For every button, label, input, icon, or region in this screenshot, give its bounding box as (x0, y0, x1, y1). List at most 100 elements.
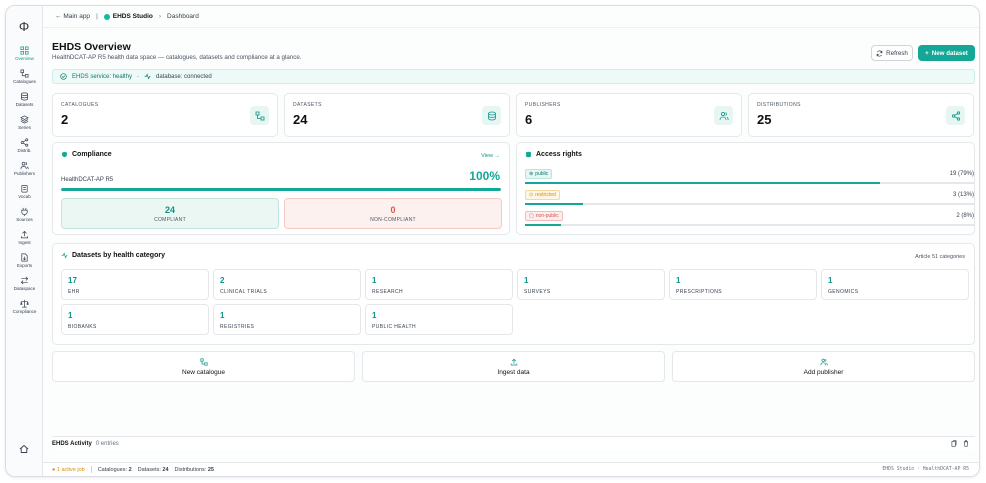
access-tag-label: non-public (535, 213, 559, 219)
app-logo-icon[interactable]: Φ (17, 20, 31, 34)
active-job[interactable]: ● 1 active job (52, 467, 85, 473)
stat-label: DATASETS (293, 102, 322, 108)
activity-icon (61, 252, 68, 259)
clipboard-icon (21, 184, 28, 193)
category-card-biobanks[interactable]: 1 BIOBANKS (61, 304, 209, 335)
sidebar-item-publishers[interactable]: Publishers (6, 161, 43, 176)
category-label: RESEARCH (372, 289, 403, 295)
new-catalogue-button[interactable]: New catalogue (52, 351, 355, 382)
compliant-box[interactable]: 24 COMPLIANT (61, 198, 279, 229)
sidebar-item-dataspace[interactable]: Dataspace (6, 276, 43, 291)
sidebar: Φ Overview Catalogues Datasets Series Di… (6, 6, 43, 476)
sidebar-item-datasets[interactable]: Datasets (6, 92, 43, 107)
sidebar-item-label: Sources (16, 217, 33, 222)
article-note: Article 51 categories (915, 254, 965, 260)
category-title-label: Datasets by health category (72, 252, 165, 259)
compliance-panel: Compliance View → HealthDCAT-AP R5 100% … (52, 142, 510, 235)
footer-divider (90, 466, 92, 473)
database-icon (20, 92, 29, 101)
access-tag-restricted: ⊙ restricted (525, 190, 560, 200)
access-count: 3 (13%) (952, 192, 974, 198)
sidebar-item-overview[interactable]: Overview (6, 46, 43, 61)
stat-card-distributions[interactable]: DISTRIBUTIONS 25 (748, 93, 974, 137)
sidebar-item-label: Series (18, 125, 31, 130)
database-icon (482, 106, 501, 125)
access-bar (525, 224, 974, 226)
compliance-title: Compliance (61, 151, 112, 158)
footer-catalogues-value: 2 (128, 466, 132, 473)
stat-card-datasets[interactable]: DATASETS 24 (284, 93, 510, 137)
scale-icon (20, 299, 29, 308)
compliance-progress-bar (61, 188, 501, 191)
file-export-icon (21, 253, 28, 262)
refresh-icon (876, 49, 883, 57)
category-card-registries[interactable]: 1 REGISTRIES (213, 304, 361, 335)
sidebar-item-exports[interactable]: Exports (6, 253, 43, 268)
sidebar-item-vocab[interactable]: Vocab (6, 184, 43, 199)
stat-value: 2 (61, 112, 69, 127)
action-label: Ingest data (497, 369, 530, 376)
stat-card-publishers[interactable]: PUBLISHERS 6 (516, 93, 742, 137)
category-card-clinical-trials[interactable]: 2 CLINICAL TRIALS (213, 269, 361, 300)
category-card-ehr[interactable]: 17 EHR (61, 269, 209, 300)
sidebar-item-label: Exports (16, 263, 33, 268)
upload-icon (510, 358, 517, 366)
trash-icon[interactable] (963, 440, 969, 447)
grid-icon (20, 46, 29, 55)
footer-datasets-value: 24 (162, 466, 169, 473)
footer-catalogues: Catalogues: 2 (98, 467, 132, 473)
activity-bar[interactable]: EHDS Activity 0 entries (52, 436, 975, 450)
category-label: BIOBANKS (68, 324, 97, 330)
footer-catalogues-label: Catalogues: (97, 466, 128, 473)
share-icon (946, 106, 965, 125)
stat-card-catalogues[interactable]: CATALOGUES 2 (52, 93, 278, 137)
page-subtitle: HealthDCAT-AP R5 health data space — cat… (52, 54, 302, 61)
sidebar-item-distrib[interactable]: Distrib. (6, 138, 43, 153)
users-icon (714, 106, 733, 125)
category-card-genomics[interactable]: 1 GENOMICS (821, 269, 969, 300)
category-card-surveys[interactable]: 1 SURVEYS (517, 269, 665, 300)
category-label: PRESCRIPTIONS (676, 289, 723, 295)
footer-distributions-label: Distributions: (174, 466, 207, 473)
action-label: Add publisher (803, 369, 844, 376)
add-publisher-button[interactable]: Add publisher (672, 351, 975, 382)
action-label: New catalogue (182, 369, 225, 376)
sidebar-item-sources[interactable]: Sources (6, 207, 43, 222)
compliant-count: 24 (164, 205, 175, 215)
category-card-prescriptions[interactable]: 1 PRESCRIPTIONS (669, 269, 817, 300)
access-title: Access rights (525, 151, 582, 158)
catalogue-icon (250, 106, 269, 125)
footer-distributions: Distributions: 25 (175, 467, 214, 473)
ingest-data-button[interactable]: Ingest data (362, 351, 665, 382)
app-window: Φ Overview Catalogues Datasets Series Di… (5, 5, 980, 477)
access-row-nonpublic[interactable]: ▢ non-public 2 (8%) (525, 211, 974, 231)
access-row-restricted[interactable]: ⊙ restricted 3 (13%) (525, 190, 974, 210)
breadcrumb-studio-label: EHDS Studio (112, 13, 153, 20)
home-icon[interactable] (19, 444, 29, 454)
compliance-view-link[interactable]: View → (481, 153, 500, 159)
noncompliant-box[interactable]: 0 NON-COMPLIANT (284, 198, 502, 229)
category-label: GENOMICS (828, 289, 859, 295)
access-row-public[interactable]: ⊕ public 19 (79%) (525, 169, 974, 189)
sidebar-item-series[interactable]: Series (6, 115, 43, 130)
category-card-research[interactable]: 1 RESEARCH (365, 269, 513, 300)
status-separator: · (137, 73, 140, 80)
category-count: 1 (676, 276, 681, 285)
breadcrumb-current: Dashboard (167, 13, 199, 20)
category-title: Datasets by health category (61, 252, 165, 259)
back-link[interactable]: ← Main app (55, 13, 90, 20)
users-icon (20, 161, 29, 170)
stat-value: 25 (757, 112, 772, 127)
breadcrumb-studio[interactable]: EHDS Studio (103, 13, 153, 20)
category-card-public-health[interactable]: 1 PUBLIC HEALTH (365, 304, 513, 335)
access-bar (525, 203, 974, 205)
database-icon (526, 151, 531, 158)
copy-icon[interactable] (951, 440, 957, 447)
sidebar-item-compliance[interactable]: Compliance (6, 299, 43, 314)
refresh-button[interactable]: Refresh (871, 45, 913, 61)
access-bar-fill (525, 224, 561, 226)
sidebar-item-catalogues[interactable]: Catalogues (6, 69, 43, 84)
sidebar-item-ingest[interactable]: Ingest (6, 230, 43, 245)
sidebar-item-label: Vocab (18, 194, 31, 199)
new-dataset-button[interactable]: + New dataset (918, 45, 975, 61)
